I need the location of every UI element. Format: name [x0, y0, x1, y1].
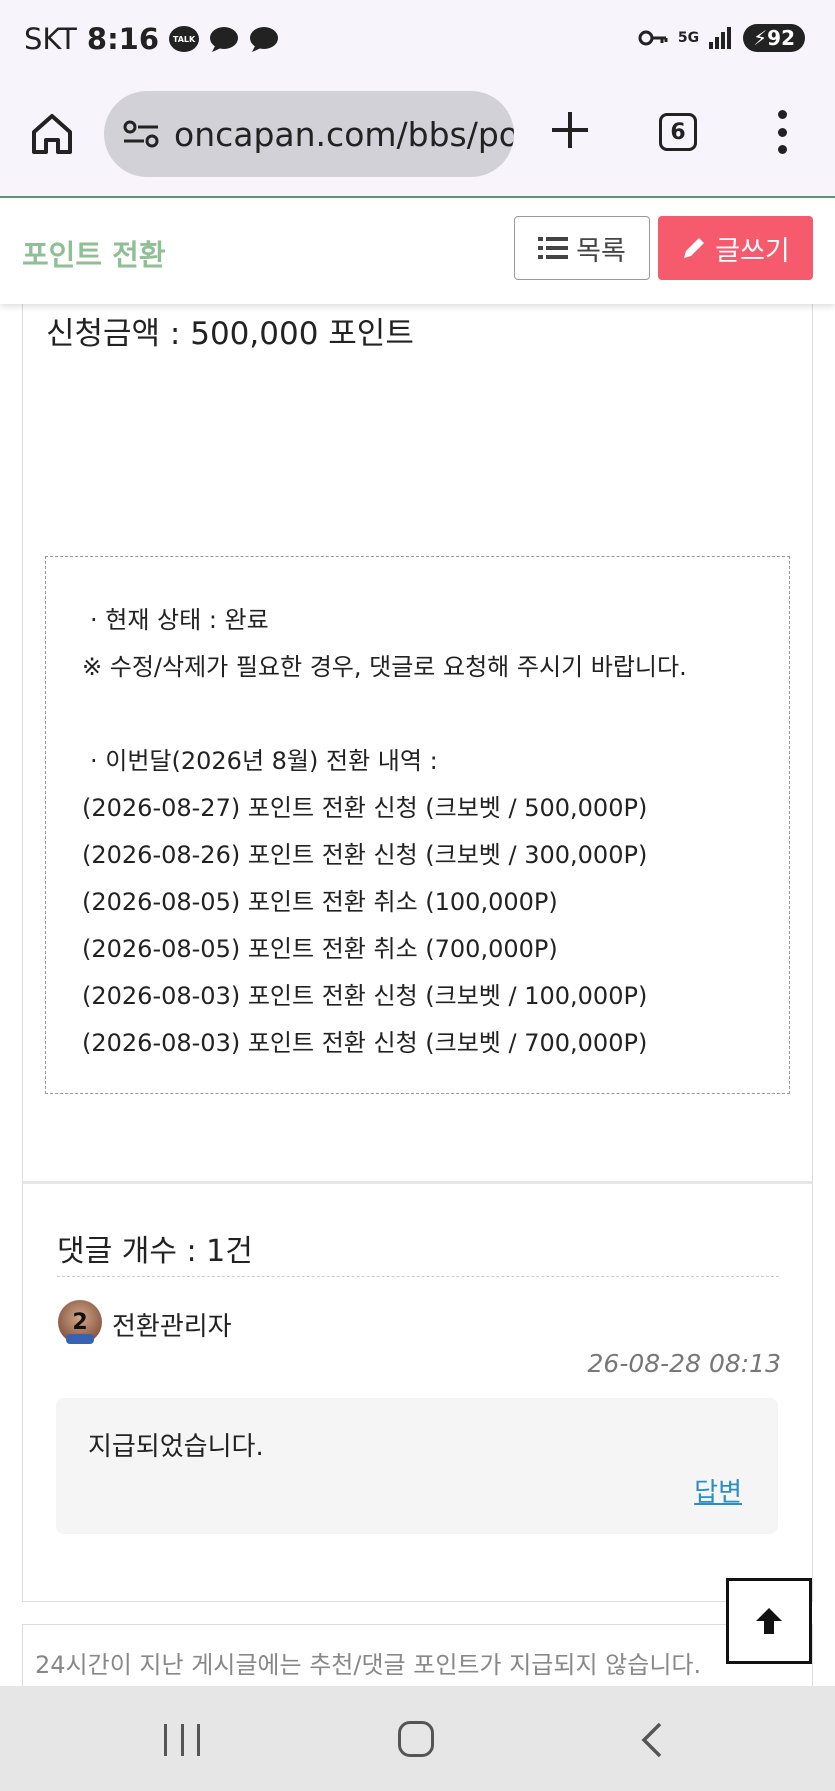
back-chevron-icon [641, 1722, 662, 1758]
reply-link[interactable]: 답변 [694, 1472, 742, 1509]
conversion-info-box: · 현재 상태 : 완료 ※ 수정/삭제가 필요한 경우, 댓글로 요청해 주시… [45, 556, 790, 1094]
home-button[interactable] [28, 110, 76, 158]
request-amount: 신청금액 : 500,000 포인트 [46, 316, 414, 352]
clock: 8:16 [86, 22, 160, 56]
history-item: (2026-08-26) 포인트 전환 신청 (크보벳 / 300,000P) [82, 841, 648, 869]
kakaotalk-icon: TALK [169, 26, 200, 52]
comment-text: 지급되었습니다. [88, 1432, 264, 1462]
status-right: 5G ⚡92 [638, 24, 805, 52]
url-text[interactable]: oncapan.com/bbs/po [174, 115, 514, 154]
history-item: (2026-08-03) 포인트 전환 신청 (크보벳 / 700,000P) [82, 1029, 648, 1057]
more-menu-button[interactable] [770, 110, 794, 154]
write-button-label: 글쓰기 [715, 235, 790, 267]
recent-apps-button[interactable] [164, 1724, 200, 1756]
comment-count: 댓글 개수 : 1건 [57, 1234, 253, 1269]
chat-bubble-icon [209, 26, 239, 52]
comment-divider [57, 1276, 779, 1277]
key-icon [638, 28, 668, 48]
status-line: · 현재 상태 : 완료 [90, 606, 269, 634]
dot-icon [777, 110, 787, 119]
comment-date: 26-08-28 08:13 [587, 1349, 781, 1378]
write-button[interactable]: 글쓰기 [658, 216, 813, 280]
pencil-icon [684, 238, 705, 258]
avatar-decoration [66, 1334, 94, 1344]
network-label: 5G [677, 30, 700, 46]
recent-apps-icon [197, 1724, 200, 1756]
comment-bubble: 지급되었습니다. 답변 [56, 1398, 778, 1534]
status-bar: SKT 8:16 TALK 5G ⚡92 [0, 0, 835, 80]
history-item: (2026-08-05) 포인트 전환 취소 (700,000P) [82, 935, 558, 963]
carrier-label: SKT [24, 22, 77, 56]
board-title[interactable]: 포인트 전환 [22, 232, 166, 274]
signal-icon [709, 27, 733, 49]
list-button[interactable]: 목록 [514, 216, 650, 280]
browser-toolbar: oncapan.com/bbs/po 6 [0, 80, 835, 198]
history-item: (2026-08-03) 포인트 전환 신청 (크보벳 / 100,000P) [82, 982, 648, 1010]
home-icon [32, 114, 72, 154]
board-header: 포인트 전환 목록 글쓰기 [0, 198, 835, 304]
history-heading: · 이번달(2026년 8월) 전환 내역 : [90, 747, 438, 775]
list-icon [538, 237, 569, 259]
tab-switcher-button[interactable]: 6 [659, 113, 697, 151]
list-button-label: 목록 [576, 235, 626, 267]
address-bar[interactable]: oncapan.com/bbs/po [104, 91, 514, 177]
battery-level: 92 [767, 26, 795, 50]
arrow-up-icon [756, 1608, 782, 1634]
system-home-button[interactable] [398, 1721, 434, 1757]
edit-notice-line: ※ 수정/삭제가 필요한 경우, 댓글로 요청해 주시기 바랍니다. [82, 653, 687, 681]
scroll-top-button[interactable] [726, 1578, 812, 1664]
recent-apps-icon [180, 1724, 184, 1756]
system-back-button[interactable] [636, 1720, 666, 1760]
battery-indicator: ⚡92 [743, 24, 805, 52]
chat-bubble-icon [249, 26, 279, 52]
history-item: (2026-08-27) 포인트 전환 신청 (크보벳 / 500,000P) [82, 794, 648, 822]
new-tab-button[interactable] [548, 108, 592, 152]
dot-icon [777, 127, 787, 137]
plus-icon [552, 112, 588, 148]
status-left: SKT 8:16 TALK [24, 22, 279, 56]
dot-icon [777, 145, 787, 154]
system-nav-bar [0, 1686, 835, 1791]
comment-author[interactable]: 전환관리자 [112, 1306, 232, 1343]
history-item: (2026-08-05) 포인트 전환 취소 (100,000P) [82, 888, 558, 916]
recent-apps-icon [164, 1724, 167, 1756]
site-settings-icon[interactable] [122, 119, 160, 149]
